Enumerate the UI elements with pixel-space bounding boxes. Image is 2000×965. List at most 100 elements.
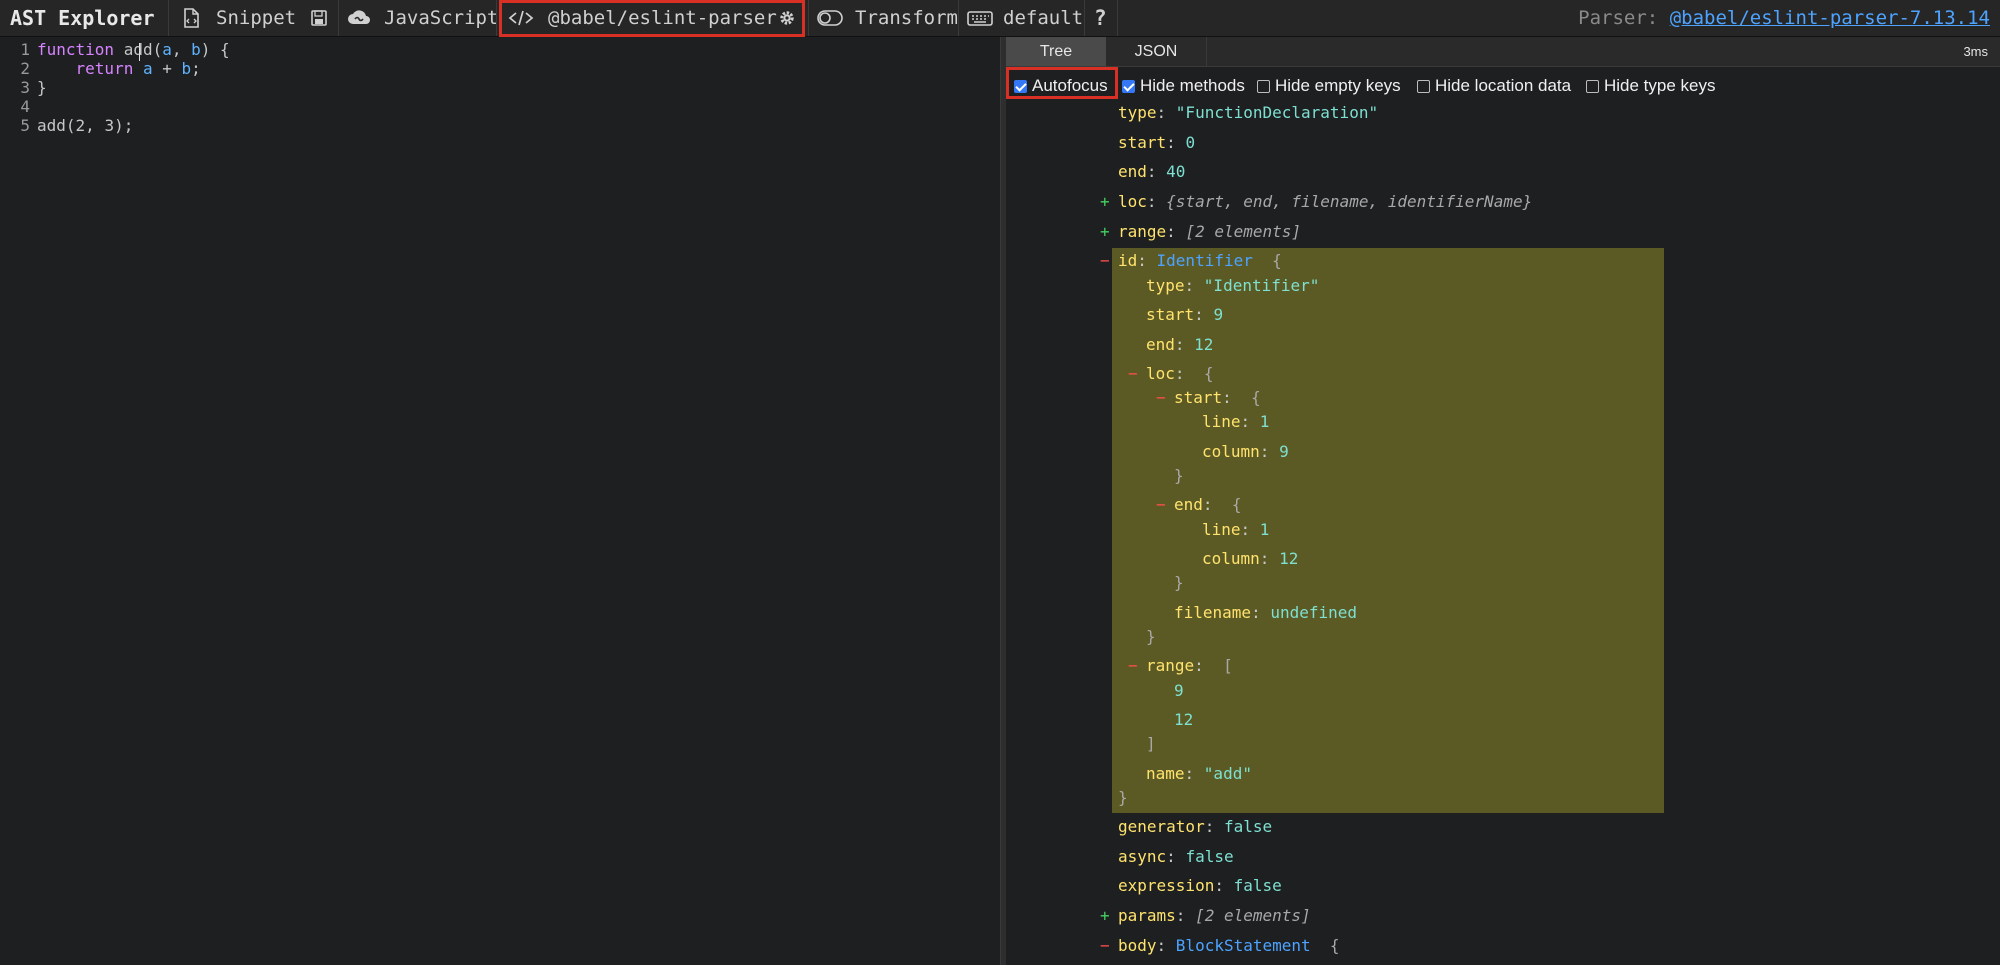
line-number: 4 [20, 97, 30, 116]
parser-version-link[interactable]: @babel/eslint-parser-7.13.14 [1670, 7, 1990, 29]
punctuation-token: ; [191, 59, 201, 78]
option-label: Hide methods [1140, 76, 1245, 95]
keyword-token: function [37, 40, 115, 59]
selected-node-highlight [1112, 248, 1664, 813]
tree-prop-start: start: 0 [1118, 133, 1196, 152]
tree-prop-loc[interactable]: loc: { [1146, 364, 1213, 384]
tree-prop-line: line: 1 [1202, 520, 1270, 539]
parser-info-label: Parser: [1578, 7, 1659, 29]
collapse-toggle[interactable]: − [1128, 656, 1138, 676]
closing-brace: } [1118, 788, 1128, 807]
tree-prop-loc-end[interactable]: end: { [1174, 495, 1241, 515]
collapse-toggle[interactable]: − [1100, 936, 1110, 956]
tab-json[interactable]: JSON [1106, 37, 1207, 66]
number-token: 3 [104, 116, 115, 135]
hide-location-data-option[interactable]: Hide location data [1417, 67, 1571, 105]
closing-brace: } [1174, 466, 1184, 485]
punctuation-token: } [37, 78, 47, 97]
toolbar: AST Explorer Snippet JavaScript @babel/e… [0, 0, 2000, 37]
param-token: b [181, 59, 192, 78]
parser-highlight-box [499, 0, 805, 37]
parse-timing: 3ms [1963, 44, 1988, 59]
option-label: Hide location data [1435, 76, 1572, 95]
toolbar-divider [808, 0, 809, 36]
tree-prop-name: name: "add" [1146, 764, 1252, 783]
tree-prop-type: type: "Identifier" [1146, 276, 1320, 295]
punctuation-token: ); [114, 116, 134, 135]
number-token: 2 [75, 116, 86, 135]
toolbar-divider [496, 0, 497, 36]
tree-prop-params[interactable]: params: [2 elements] [1118, 906, 1311, 926]
help-button[interactable]: ? [1094, 0, 1107, 36]
collapse-toggle[interactable]: − [1156, 495, 1166, 515]
tree-prop-id[interactable]: id: Identifier { [1118, 251, 1282, 271]
tree-prop-range[interactable]: range: [2 elements] [1118, 222, 1301, 242]
expand-toggle[interactable]: + [1100, 222, 1110, 242]
snippet-menu[interactable]: Snippet [216, 0, 296, 36]
tree-array-item: 9 [1174, 681, 1184, 700]
hide-empty-keys-option[interactable]: Hide empty keys [1257, 67, 1401, 105]
code-line: 5 add(2, 3); [0, 116, 133, 135]
tree-prop-body[interactable]: body: BlockStatement { [1118, 936, 1340, 956]
hide-type-keys-checkbox[interactable] [1586, 79, 1599, 93]
expand-toggle[interactable]: + [1100, 192, 1110, 212]
hide-empty-keys-checkbox[interactable] [1257, 79, 1270, 93]
tree-options: Autofocus Hide methods Hide empty keys H… [1006, 67, 2000, 105]
operator-token: + [152, 59, 182, 78]
hide-location-data-checkbox[interactable] [1417, 79, 1430, 93]
tree-array-item: 12 [1174, 710, 1194, 729]
collapse-toggle[interactable]: − [1156, 388, 1166, 408]
autofocus-highlight-box [1006, 67, 1118, 99]
hide-type-keys-option[interactable]: Hide type keys [1586, 67, 1716, 105]
collapse-toggle[interactable]: − [1100, 251, 1110, 271]
language-menu[interactable]: JavaScript [384, 0, 498, 36]
keyboard-icon [966, 8, 994, 28]
code-line: 1 function add(a, b) { [0, 40, 230, 59]
expand-toggle[interactable]: + [1100, 906, 1110, 926]
tree-prop-loc[interactable]: loc: {start, end, filename, identifierNa… [1118, 192, 1532, 212]
parser-info: Parser: @babel/eslint-parser-7.13.14 [1578, 0, 1990, 36]
option-label: Hide empty keys [1275, 76, 1401, 95]
tree-prop-line: line: 1 [1202, 412, 1270, 431]
app-title: AST Explorer [10, 6, 155, 30]
gist-cloud-icon [346, 8, 372, 28]
code-line: 4 [0, 97, 37, 116]
tree-prop-start: start: 9 [1146, 305, 1224, 324]
code-line: 2 return a + b; [0, 59, 201, 78]
transform-toggle-icon[interactable] [816, 8, 844, 28]
hide-methods-checkbox[interactable] [1122, 79, 1135, 93]
line-number: 5 [20, 116, 30, 135]
punctuation-token: , [85, 116, 105, 135]
collapse-toggle[interactable]: − [1128, 364, 1138, 384]
toolbar-divider [958, 0, 959, 36]
transform-menu[interactable]: Transform [855, 0, 958, 36]
keymap-menu[interactable]: default [1003, 0, 1083, 36]
tree-prop-end: end: 12 [1146, 335, 1214, 354]
param-token: a [162, 40, 172, 59]
tree-prop-loc-start[interactable]: start: { [1174, 388, 1261, 408]
tree-prop-range[interactable]: range: [ [1146, 656, 1233, 676]
hide-methods-option[interactable]: Hide methods [1122, 67, 1245, 105]
closing-brace: } [1174, 573, 1184, 592]
output-tabs: Tree JSON 3ms [1006, 37, 2000, 67]
identifier-token: add [114, 40, 153, 59]
toolbar-divider [338, 0, 339, 36]
option-label: Hide type keys [1604, 76, 1716, 95]
tree-prop-column: column: 9 [1202, 442, 1289, 461]
tree-prop-filename: filename: undefined [1174, 603, 1358, 622]
param-token: a [133, 59, 153, 78]
punctuation-token: ) { [200, 40, 230, 59]
toolbar-divider [1084, 0, 1085, 36]
tree-prop-column: column: 12 [1202, 549, 1299, 568]
tab-tree[interactable]: Tree [1006, 37, 1106, 66]
tree-prop-expression: expression: false [1118, 876, 1282, 895]
param-token: b [191, 40, 201, 59]
code-editor[interactable]: 1 function add(a, b) { 2 return a + b; 3}… [0, 37, 1000, 965]
text-cursor [139, 43, 140, 61]
save-icon[interactable] [308, 8, 330, 28]
code-line: 3} [0, 78, 47, 97]
closing-brace: } [1146, 627, 1156, 646]
punctuation-token: , [171, 40, 192, 59]
toolbar-divider [1117, 0, 1118, 36]
line-number: 1 [20, 40, 30, 59]
